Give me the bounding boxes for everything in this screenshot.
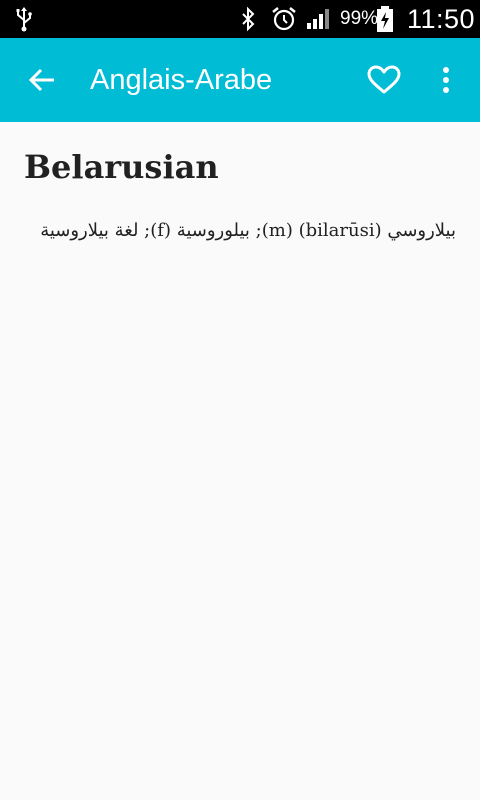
back-arrow-icon xyxy=(28,68,54,92)
status-bar: 99% 11:50 xyxy=(0,0,480,38)
back-button[interactable] xyxy=(22,60,62,100)
alarm-icon xyxy=(270,0,298,38)
more-options-button[interactable] xyxy=(428,60,464,100)
entry-word: Belarusian xyxy=(24,148,219,186)
page-title: Anglais-Arabe xyxy=(90,63,273,96)
battery-percent: 99% xyxy=(340,8,379,29)
entry-definition: بيلاروسي (bilarūsi) (m); بيلوروسية (f); … xyxy=(40,220,456,241)
app-bar: Anglais-Arabe xyxy=(0,38,480,122)
signal-icon xyxy=(305,0,331,38)
more-vert-icon xyxy=(443,67,449,93)
usb-icon xyxy=(14,0,34,38)
favorite-button[interactable] xyxy=(362,60,406,100)
entry-content: Belarusian بيلاروسي (bilarūsi) (m); بيلو… xyxy=(0,122,480,800)
battery-charging-icon xyxy=(376,0,394,38)
heart-icon xyxy=(367,65,401,94)
clock: 11:50 xyxy=(407,3,476,34)
bluetooth-icon xyxy=(238,0,258,38)
